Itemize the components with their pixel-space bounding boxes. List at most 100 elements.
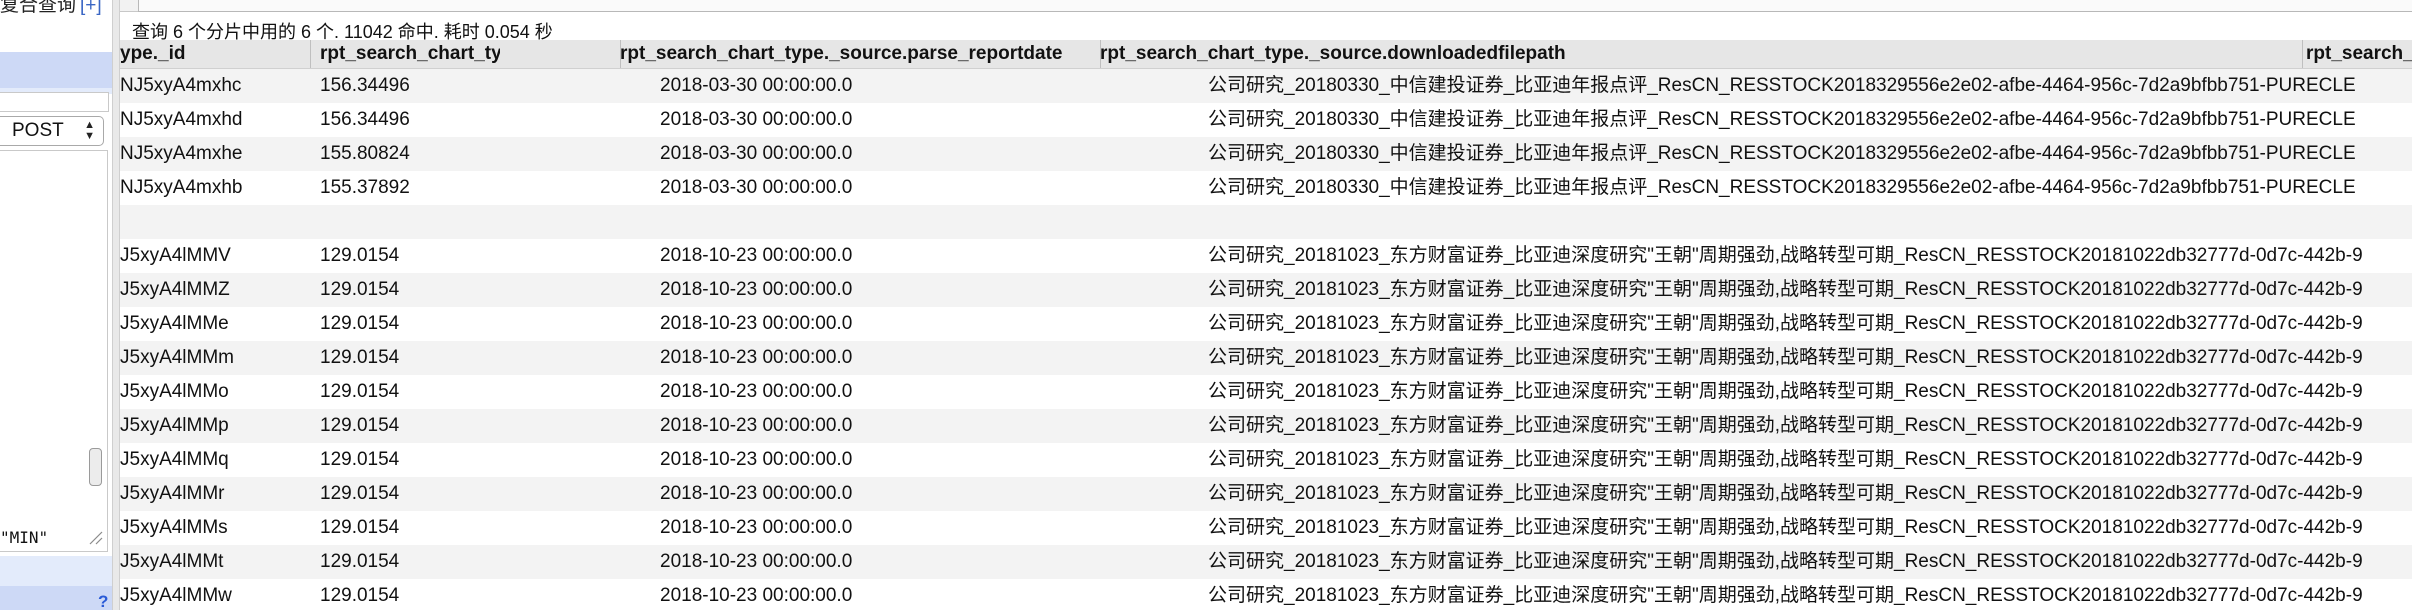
table-row[interactable] bbox=[120, 205, 2412, 239]
add-query-button[interactable]: [+] bbox=[80, 0, 102, 16]
cell-id: J5xyA4lMMq bbox=[120, 449, 229, 470]
textarea-scrollbar-thumb[interactable] bbox=[89, 448, 102, 486]
cell-score: 155.37892 bbox=[320, 177, 410, 198]
request-body-text: "MIN" bbox=[0, 528, 49, 547]
cell-filepath: 公司研究_20181023_东方财富证券_比亚迪深度研究"王朝"周期强劲,战略转… bbox=[1208, 449, 2363, 470]
panel-band bbox=[0, 52, 112, 88]
cell-filepath: 公司研究_20181023_东方财富证券_比亚迪深度研究"王朝"周期强劲,战略转… bbox=[1208, 313, 2363, 334]
cell-reportdate: 2018-10-23 00:00:00.0 bbox=[660, 585, 853, 606]
cell-filepath: 公司研究_20180330_中信建投证券_比亚迪年报点评_ResCN_RESST… bbox=[1208, 109, 2356, 130]
column-separator[interactable] bbox=[310, 40, 311, 68]
table-row[interactable]: J5xyA4lMMq 129.0154 2018-10-23 00:00:00.0 公… bbox=[120, 443, 2412, 477]
cell-id: J5xyA4lMMw bbox=[120, 585, 232, 606]
cell-filepath: 公司研究_20181023_东方财富证券_比亚迪深度研究"王朝"周期强劲,战略转… bbox=[1208, 551, 2363, 572]
cell-score: 129.0154 bbox=[320, 415, 400, 436]
cell-score bbox=[320, 205, 500, 239]
table-row[interactable]: NJ5xyA4mxhd 156.34496 2018-03-30 00:00:00.… bbox=[120, 103, 2412, 137]
cell-id: J5xyA4lMMV bbox=[120, 245, 231, 266]
cell-id: J5xyA4lMMs bbox=[120, 517, 228, 538]
panel-footer-bar bbox=[0, 586, 112, 610]
cell-filepath: 公司研究_20181023_东方财富证券_比亚迪深度研究"王朝"周期强劲,战略转… bbox=[1208, 347, 2363, 368]
http-method-value: POST bbox=[12, 120, 64, 141]
results-table-inner: ype._id rpt_search_chart_type._score rpt… bbox=[120, 40, 2412, 610]
http-method-select[interactable]: POST ▲ ▼ bbox=[0, 116, 104, 146]
cell-id: NJ5xyA4mxhb bbox=[120, 177, 243, 198]
resize-grip-icon[interactable] bbox=[86, 526, 104, 546]
column-header-extra[interactable]: rpt_search_chart_type bbox=[2306, 40, 2412, 68]
table-row[interactable]: J5xyA4lMMV 129.0154 2018-10-23 00:00:00.0 公… bbox=[120, 239, 2412, 273]
cell-id: NJ5xyA4mxhd bbox=[120, 109, 243, 130]
cell-filepath: 公司研究_20181023_东方财富证券_比亚迪深度研究"王朝"周期强劲,战略转… bbox=[1208, 585, 2363, 606]
column-separator[interactable] bbox=[2302, 40, 2303, 68]
table-row[interactable]: J5xyA4lMMt 129.0154 2018-10-23 00:00:00.0 公… bbox=[120, 545, 2412, 579]
cell-score: 156.34496 bbox=[320, 109, 410, 130]
cell-id: J5xyA4lMMt bbox=[120, 551, 224, 572]
cell-score: 156.34496 bbox=[320, 75, 410, 96]
cell-reportdate: 2018-10-23 00:00:00.0 bbox=[660, 449, 853, 470]
cell-reportdate: 2018-03-30 00:00:00.0 bbox=[660, 177, 853, 198]
cell-id bbox=[120, 205, 300, 239]
cell-score: 129.0154 bbox=[320, 313, 400, 334]
cell-score: 129.0154 bbox=[320, 449, 400, 470]
top-input-field[interactable] bbox=[138, 0, 2412, 12]
cell-score: 129.0154 bbox=[320, 347, 400, 368]
cell-score: 129.0154 bbox=[320, 279, 400, 300]
cell-score: 129.0154 bbox=[320, 551, 400, 572]
table-row[interactable]: NJ5xyA4mxhc 156.34496 2018-03-30 00:00:00.… bbox=[120, 69, 2412, 103]
cell-filepath: 公司研究_20181023_东方财富证券_比亚迪深度研究"王朝"周期强劲,战略转… bbox=[1208, 279, 2363, 300]
table-row[interactable]: J5xyA4lMMs 129.0154 2018-10-23 00:00:00.0 公… bbox=[120, 511, 2412, 545]
cell-filepath: 公司研究_20181023_东方财富证券_比亚迪深度研究"王朝"周期强劲,战略转… bbox=[1208, 381, 2363, 402]
table-row[interactable]: NJ5xyA4mxhe 155.80824 2018-03-30 00:00:00.… bbox=[120, 137, 2412, 171]
cell-id: NJ5xyA4mxhe bbox=[120, 143, 243, 164]
table-row[interactable]: J5xyA4lMMw 129.0154 2018-10-23 00:00:00.0 公… bbox=[120, 579, 2412, 610]
cell-filepath: 公司研究_20181023_东方财富证券_比亚迪深度研究"王朝"周期强劲,战略转… bbox=[1208, 245, 2363, 266]
table-row[interactable]: J5xyA4lMMp 129.0154 2018-10-23 00:00:00.0 公… bbox=[120, 409, 2412, 443]
cell-score: 129.0154 bbox=[320, 245, 400, 266]
cell-reportdate: 2018-10-23 00:00:00.0 bbox=[660, 483, 853, 504]
cell-reportdate: 2018-10-23 00:00:00.0 bbox=[660, 313, 853, 334]
cell-filepath: 公司研究_20180330_中信建投证券_比亚迪年报点评_ResCN_RESST… bbox=[1208, 143, 2356, 164]
cell-reportdate: 2018-03-30 00:00:00.0 bbox=[660, 109, 853, 130]
query-panel-title-text: 复合查询 bbox=[0, 0, 77, 16]
table-row[interactable]: J5xyA4lMMe 129.0154 2018-10-23 00:00:00.0 公… bbox=[120, 307, 2412, 341]
table-row[interactable]: J5xyA4lMMZ 129.0154 2018-10-23 00:00:00.0 公… bbox=[120, 273, 2412, 307]
cell-reportdate: 2018-10-23 00:00:00.0 bbox=[660, 245, 853, 266]
cell-id: J5xyA4lMMe bbox=[120, 313, 229, 334]
column-header-id[interactable]: ype._id bbox=[120, 40, 300, 68]
cell-filepath: 公司研究_20181023_东方财富证券_比亚迪深度研究"王朝"周期强劲,战略转… bbox=[1208, 483, 2363, 504]
cell-reportdate: 2018-03-30 00:00:00.0 bbox=[660, 143, 853, 164]
cell-reportdate: 2018-03-30 00:00:00.0 bbox=[660, 75, 853, 96]
cell-id: J5xyA4lMMo bbox=[120, 381, 229, 402]
cell-id: J5xyA4lMMp bbox=[120, 415, 229, 436]
cell-filepath: 公司研究_20181023_东方财富证券_比亚迪深度研究"王朝"周期强劲,战略转… bbox=[1208, 415, 2363, 436]
results-table: ype._id rpt_search_chart_type._score rpt… bbox=[120, 40, 2412, 610]
request-body-textarea[interactable] bbox=[0, 150, 108, 552]
table-row[interactable]: J5xyA4lMMm 129.0154 2018-10-23 00:00:00.0 公… bbox=[120, 341, 2412, 375]
panel-splitter[interactable] bbox=[112, 0, 120, 610]
cell-filepath: 公司研究_20180330_中信建投证券_比亚迪年报点评_ResCN_RESST… bbox=[1208, 75, 2356, 96]
column-header-score[interactable]: rpt_search_chart_type._score bbox=[320, 40, 500, 68]
table-body: NJ5xyA4mxhc 156.34496 2018-03-30 00:00:00.… bbox=[120, 69, 2412, 610]
cell-id: J5xyA4lMMZ bbox=[120, 279, 230, 300]
cell-score: 155.80824 bbox=[320, 143, 410, 164]
table-row[interactable]: J5xyA4lMMr 129.0154 2018-10-23 00:00:00.0 公… bbox=[120, 477, 2412, 511]
query-panel: 复合查询 [+] POST ▲ ▼ "MIN" ? bbox=[0, 0, 112, 610]
table-row[interactable]: J5xyA4lMMo 129.0154 2018-10-23 00:00:00.0 公… bbox=[120, 375, 2412, 409]
cell-reportdate: 2018-10-23 00:00:00.0 bbox=[660, 347, 853, 368]
cell-id: NJ5xyA4mxhc bbox=[120, 75, 242, 96]
cell-filepath: 公司研究_20181023_东方财富证券_比亚迪深度研究"王朝"周期强劲,战略转… bbox=[1208, 517, 2363, 538]
url-input[interactable] bbox=[0, 92, 109, 112]
cell-reportdate bbox=[660, 205, 1060, 239]
column-header-reportdate[interactable]: rpt_search_chart_type._source.parse_repo… bbox=[620, 40, 1124, 68]
panel-footer-band bbox=[0, 556, 112, 586]
cell-score: 129.0154 bbox=[320, 483, 400, 504]
cell-id: J5xyA4lMMm bbox=[120, 347, 235, 368]
query-panel-title: 复合查询 [+] bbox=[0, 0, 102, 16]
cell-score: 129.0154 bbox=[320, 517, 400, 538]
cell-score: 129.0154 bbox=[320, 585, 400, 606]
cell-filepath: 公司研究_20180330_中信建投证券_比亚迪年报点评_ResCN_RESST… bbox=[1208, 177, 2356, 198]
column-header-filepath[interactable]: rpt_search_chart_type._source.downloaded… bbox=[1100, 40, 2306, 68]
cell-reportdate: 2018-10-23 00:00:00.0 bbox=[660, 415, 853, 436]
table-row[interactable]: NJ5xyA4mxhb 155.37892 2018-03-30 00:00:00.… bbox=[120, 171, 2412, 205]
help-icon[interactable]: ? bbox=[98, 592, 108, 610]
